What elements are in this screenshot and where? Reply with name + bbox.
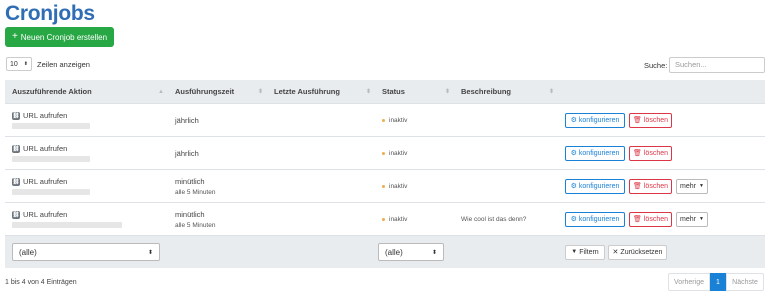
more-button[interactable]: mehr ▼ [676, 178, 708, 194]
row-time: jährlich [175, 148, 199, 158]
trash-icon: 🗑 [632, 183, 642, 190]
delete-button[interactable]: 🗑 löschen [629, 145, 672, 161]
filter-row: (alle) ⬍ (alle) ⬍ ▼ Filtern ✕ Zurücksetzen [5, 236, 765, 268]
select-arrows-icon: ⬍ [23, 61, 28, 67]
configure-button[interactable]: ⚙ konfigurieren [565, 178, 625, 194]
row-description: Wie cool ist das denn? [461, 215, 527, 223]
row-time: minütlich [175, 176, 205, 186]
pagination-prev[interactable]: Vorherige [668, 273, 710, 291]
delete-button[interactable]: 🗑 löschen [629, 112, 672, 128]
plus-icon: + [11, 31, 18, 42]
configure-button[interactable]: ⚙ konfigurieren [565, 211, 625, 227]
redacted-url [12, 156, 90, 162]
link-icon: ⛓ [12, 111, 20, 120]
row-time: minütlich [175, 209, 205, 219]
header-actions [558, 80, 765, 103]
funnel-icon: ▼ [571, 249, 578, 255]
sort-icon: ⬍ [548, 89, 554, 95]
pagination-page-1[interactable]: 1 [710, 273, 726, 291]
configure-button[interactable]: ⚙ konfigurieren [565, 112, 625, 128]
redacted-url [12, 189, 90, 195]
gear-icon: ⚙ [570, 150, 577, 157]
row-status: inaktiv [389, 149, 408, 157]
delete-button[interactable]: 🗑 löschen [629, 211, 672, 227]
trash-icon: 🗑 [632, 216, 642, 223]
create-cronjob-button[interactable]: + Neuen Cronjob erstellen [5, 27, 114, 47]
caret-down-icon: ▼ [699, 216, 704, 222]
sort-icon: ⬍ [257, 89, 263, 95]
header-action[interactable]: Auszuführende Aktion ▲ [5, 80, 168, 103]
select-arrows-icon: ⬍ [147, 249, 153, 256]
table-header: Auszuführende Aktion ▲ Ausführungszeit ⬍ L… [5, 80, 765, 104]
row-status: inaktiv [389, 116, 408, 124]
action-filter-select[interactable]: (alle) ⬍ [12, 243, 160, 261]
redacted-url [12, 123, 90, 129]
status-dot-icon [382, 151, 385, 155]
sort-icon: ⬍ [365, 89, 371, 95]
create-cronjob-label: Neuen Cronjob erstellen [20, 32, 108, 42]
gear-icon: ⚙ [570, 117, 577, 124]
page-length-label: Zeilen anzeigen [37, 60, 90, 69]
reset-button[interactable]: ✕ Zurücksetzen [608, 244, 667, 260]
configure-button[interactable]: ⚙ konfigurieren [565, 145, 625, 161]
row-time-sub: alle 5 Minuten [175, 221, 216, 229]
header-description[interactable]: Beschreibung ⬍ [454, 80, 558, 103]
row-time: jährlich [175, 115, 199, 125]
more-button[interactable]: mehr ▼ [676, 211, 708, 227]
row-action: URL aufrufen [23, 210, 68, 219]
link-icon: ⛓ [12, 210, 20, 219]
status-dot-icon [382, 118, 385, 122]
table-row: ⛓ URL aufrufen minütlich alle 5 Minuten in… [5, 170, 765, 203]
status-dot-icon [382, 184, 385, 188]
status-dot-icon [382, 217, 385, 221]
close-icon: ✕ [612, 249, 619, 256]
cronjob-table: Auszuführende Aktion ▲ Ausführungszeit ⬍ L… [5, 80, 765, 268]
filter-button[interactable]: ▼ Filtern [565, 244, 605, 260]
table-row: ⛓ URL aufrufen jährlich inaktiv ⚙ konfigur… [5, 104, 765, 137]
link-icon: ⛓ [12, 177, 20, 186]
pagination: Vorherige 1 Nächste [668, 273, 764, 291]
row-action: URL aufrufen [23, 111, 68, 120]
header-last-run[interactable]: Letzte Ausführung ⬍ [267, 80, 375, 103]
status-filter-select[interactable]: (alle) ⬍ [378, 243, 444, 261]
caret-down-icon: ▼ [699, 183, 704, 189]
select-arrows-icon: ⬍ [431, 249, 437, 256]
sort-asc-icon: ▲ [158, 88, 164, 95]
row-status: inaktiv [389, 182, 408, 190]
header-status[interactable]: Status ⬍ [375, 80, 454, 103]
sort-icon: ⬍ [444, 89, 450, 95]
search-input[interactable]: Suchen... [669, 57, 765, 73]
pagination-next[interactable]: Nächste [726, 273, 764, 291]
gear-icon: ⚙ [570, 216, 577, 223]
page-length-value: 10 [10, 60, 18, 68]
redacted-url [12, 222, 122, 228]
row-time-sub: alle 5 Minuten [175, 188, 216, 196]
delete-button[interactable]: 🗑 löschen [629, 178, 672, 194]
page-length-select[interactable]: 10 ⬍ [6, 57, 32, 71]
link-icon: ⛓ [12, 144, 20, 153]
gear-icon: ⚙ [570, 183, 577, 190]
header-time[interactable]: Ausführungszeit ⬍ [168, 80, 267, 103]
table-row: ⛓ URL aufrufen jährlich inaktiv ⚙ konfigur… [5, 137, 765, 170]
trash-icon: 🗑 [632, 150, 642, 157]
row-action: URL aufrufen [23, 144, 68, 153]
table-info: 1 bis 4 von 4 Einträgen [5, 279, 77, 286]
row-action: URL aufrufen [23, 177, 68, 186]
table-row: ⛓ URL aufrufen minütlich alle 5 Minuten in… [5, 203, 765, 236]
search-label: Suche: [644, 61, 668, 70]
row-status: inaktiv [389, 215, 408, 223]
trash-icon: 🗑 [632, 117, 642, 124]
page-title: Cronjobs [5, 2, 95, 25]
